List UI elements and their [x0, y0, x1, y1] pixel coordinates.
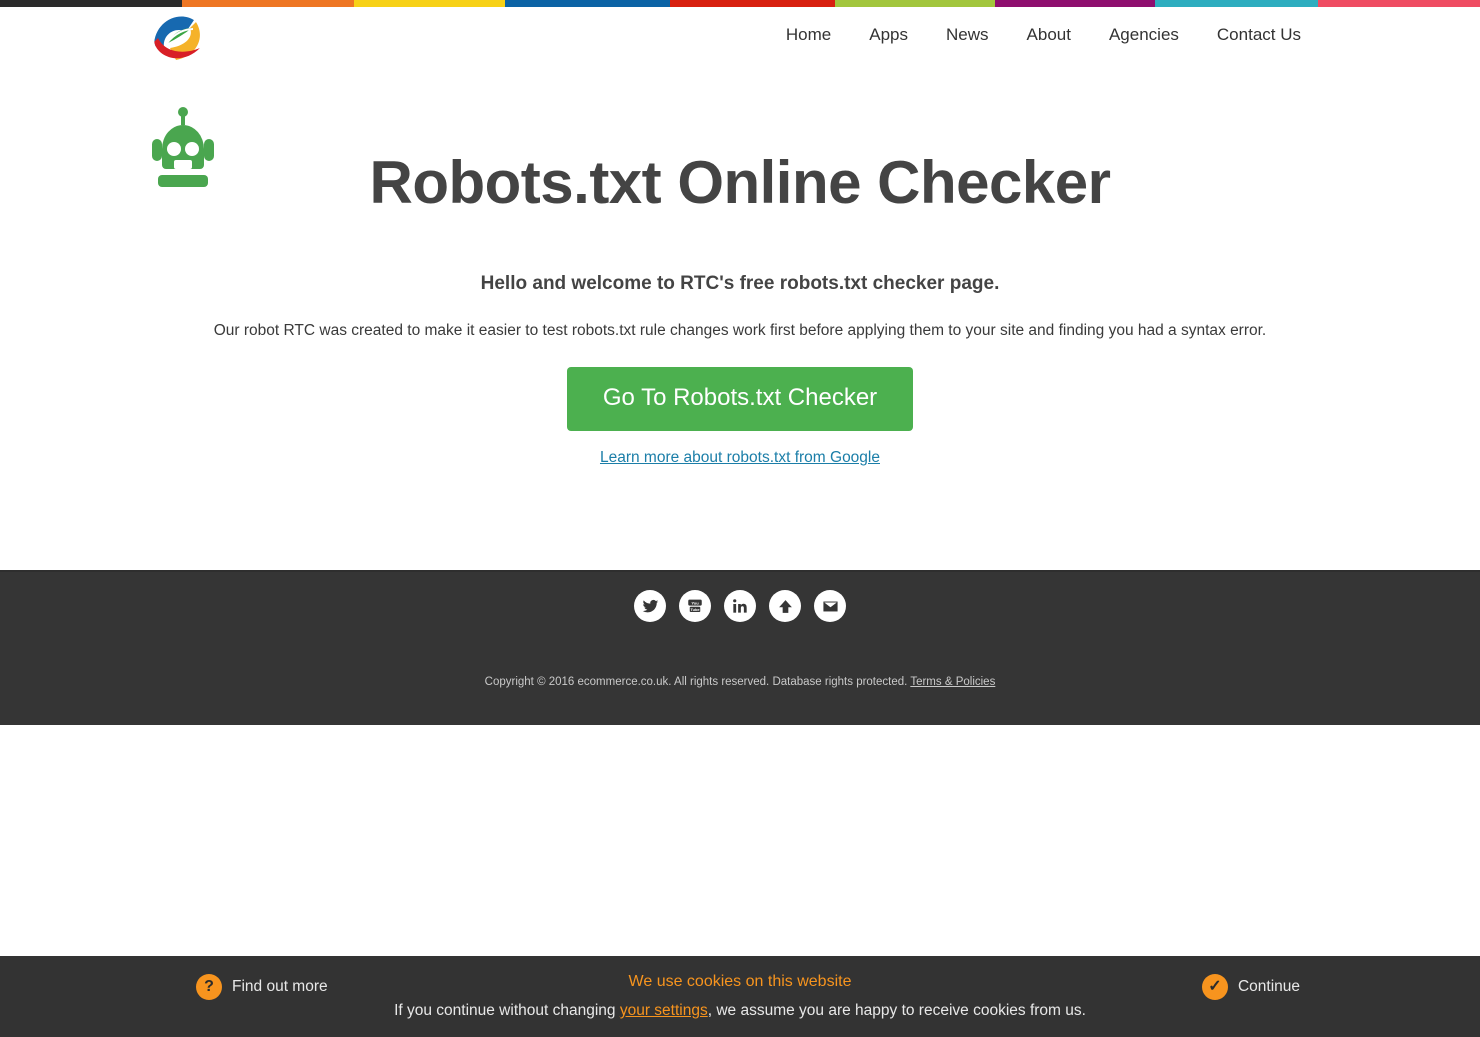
learn-link-container: Learn more about robots.txt from Google [0, 449, 1480, 467]
cta-container: Go To Robots.txt Checker [0, 367, 1480, 432]
cookie-subtext: If you continue without changing your se… [0, 1002, 1480, 1020]
nav-item-about[interactable]: About [1008, 21, 1090, 49]
page-title: Robots.txt Online Checker [369, 149, 1111, 216]
hero-paragraph: Our robot RTC was created to make it eas… [213, 322, 1267, 339]
site-footer: You Tube Copyright © 2016 ecommerce.co.uk… [0, 570, 1480, 725]
color-strip-segment-pink [1318, 0, 1480, 7]
youtube-icon[interactable]: You Tube [679, 590, 711, 622]
hero-section: Robots.txt Online Checker Hello and welc… [0, 72, 1480, 467]
top-color-strip [0, 0, 1480, 7]
color-strip-segment-orange [182, 0, 354, 7]
nav-item-apps[interactable]: Apps [850, 21, 927, 49]
main-navigation: Home Apps News About Agencies Contact Us [767, 21, 1320, 49]
ecommerce-logo[interactable] [152, 12, 204, 64]
twitter-icon[interactable] [634, 590, 666, 622]
nav-item-home[interactable]: Home [767, 21, 850, 49]
color-strip-segment-yellow [354, 0, 505, 7]
svg-text:Tube: Tube [690, 607, 700, 612]
copyright-text: Copyright © 2016 ecommerce.co.uk. All ri… [0, 676, 1480, 688]
go-to-checker-button[interactable]: Go To Robots.txt Checker [566, 367, 914, 432]
color-strip-segment-red [670, 0, 835, 7]
color-strip-segment-purple [995, 0, 1155, 7]
learn-more-link[interactable]: Learn more about robots.txt from Google [600, 449, 880, 466]
terms-and-policies-link[interactable]: Terms & Policies [910, 676, 995, 688]
site-header: Home Apps News About Agencies Contact Us [0, 7, 1480, 72]
svg-text:You: You [691, 600, 699, 605]
continue-label: Continue [1237, 978, 1300, 995]
color-strip-segment-teal [1155, 0, 1318, 7]
page-root: Home Apps News About Agencies Contact Us Robo… [0, 0, 1480, 1037]
nav-item-news[interactable]: News [927, 21, 1008, 49]
copyright-label: Copyright © 2016 ecommerce.co.uk. All ri… [484, 676, 911, 688]
linkedin-icon[interactable] [724, 590, 756, 622]
your-settings-link[interactable]: your settings [620, 1002, 708, 1019]
cookie-subtext-suffix: , we assume you are happy to receive coo… [707, 1002, 1086, 1019]
nav-item-agencies[interactable]: Agencies [1090, 21, 1198, 49]
arrow-up-icon[interactable] [769, 590, 801, 622]
email-icon[interactable] [814, 590, 846, 622]
color-strip-segment-blue [505, 0, 670, 7]
cookie-subtext-prefix: If you continue without changing [394, 1002, 620, 1019]
continue-button[interactable]: ✓ Continue [1201, 974, 1300, 1000]
social-icon-row: You Tube [0, 572, 1480, 622]
color-strip-segment-dark [0, 0, 182, 7]
nav-item-contact-us[interactable]: Contact Us [1198, 21, 1320, 49]
color-strip-segment-green [835, 0, 995, 7]
cookie-consent-banner: ? Find out more We use cookies on this w… [0, 956, 1480, 1037]
robot-icon [152, 107, 214, 187]
checkmark-icon: ✓ [1201, 974, 1228, 1000]
hero-subtitle: Hello and welcome to RTC's free robots.t… [480, 273, 1000, 294]
